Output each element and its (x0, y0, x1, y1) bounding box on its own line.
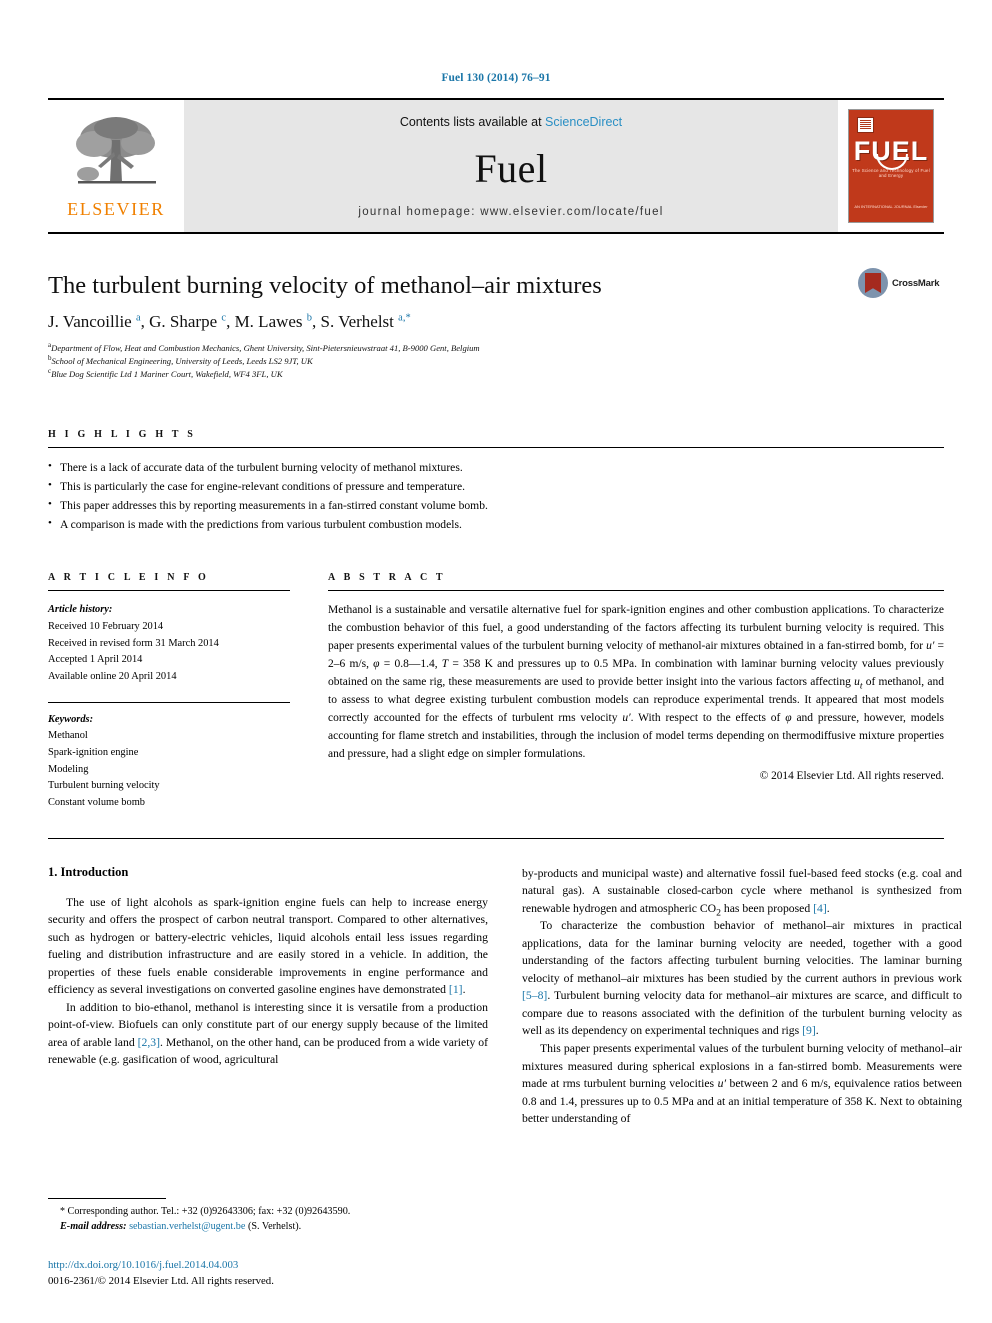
email-link[interactable]: sebastian.verhelst@ugent.be (129, 1221, 245, 1232)
cover-publisher-badge-icon (857, 117, 874, 133)
elsevier-logo: ELSEVIER (48, 100, 184, 232)
paragraph: The use of light alcohols as spark-ignit… (48, 895, 488, 997)
abstract-copyright: © 2014 Elsevier Ltd. All rights reserved… (759, 769, 944, 782)
affiliation-text-b: School of Mechanical Engineering, Univer… (51, 356, 313, 367)
abstract-bottom-rule (48, 837, 944, 839)
info-abstract-row: A R T I C L E I N F O Article history: R… (48, 572, 944, 811)
keyword-item: Methanol (48, 730, 88, 742)
email-note: E-mail address: sebastian.verhelst@ugent… (48, 1219, 488, 1234)
list-item: This is particularly the case for engine… (48, 477, 944, 497)
keyword-item: Modeling (48, 763, 89, 775)
title-block: CrossMark The turbulent burning velocity… (48, 268, 944, 381)
article-history-block: Article history: Received 10 February 20… (48, 602, 290, 685)
journal-masthead: ELSEVIER Contents lists available at Sci… (48, 98, 944, 234)
keywords-divider (48, 701, 290, 703)
fuel-cover-image: FUEL The Science and Technology of Fuel … (848, 109, 934, 223)
issn-copyright-line: 0016-2361/© 2014 Elsevier Ltd. All right… (48, 1274, 274, 1287)
masthead-center: Contents lists available at ScienceDirec… (184, 100, 838, 232)
body-columns: 1. Introduction The use of light alcohol… (48, 865, 962, 1128)
highlights-divider (48, 447, 944, 449)
contents-available-line: Contents lists available at ScienceDirec… (400, 115, 622, 129)
corresponding-author-note: * Corresponding author. Tel.: +32 (0)926… (60, 1206, 351, 1218)
list-item: A comparison is made with the prediction… (48, 515, 944, 535)
keywords-block: Keywords: Methanol Spark-ignition engine… (48, 712, 290, 812)
affiliation-a: aDepartment of Flow, Heat and Combustion… (48, 342, 944, 355)
keyword-item: Spark-ignition engine (48, 746, 139, 758)
affiliation-list: aDepartment of Flow, Heat and Combustion… (48, 342, 944, 381)
email-label: E-mail address: (60, 1221, 127, 1233)
page-title: The turbulent burning velocity of methan… (48, 272, 602, 299)
footnote-rule (48, 1198, 166, 1200)
affiliation-c: cBlue Dog Scientific Ltd 1 Mariner Court… (48, 368, 944, 381)
doi-block: http://dx.doi.org/10.1016/j.fuel.2014.04… (48, 1257, 488, 1289)
journal-homepage-link[interactable]: journal homepage: www.elsevier.com/locat… (358, 206, 663, 218)
crossmark-label: CrossMark (892, 277, 940, 289)
affiliation-text-a: Department of Flow, Heat and Combustion … (51, 343, 480, 354)
section-heading-introduction: 1. Introduction (48, 864, 129, 879)
doi-link[interactable]: http://dx.doi.org/10.1016/j.fuel.2014.04… (48, 1257, 488, 1273)
paragraph: To characterize the combustion behavior … (522, 919, 962, 1038)
author-list: J. Vancoillie a, G. Sharpe c, M. Lawes b… (48, 312, 411, 332)
keyword-item: Turbulent burning velocity (48, 780, 160, 792)
article-info-column: A R T I C L E I N F O Article history: R… (48, 572, 290, 811)
article-info-divider (48, 590, 290, 592)
highlights-section: H I G H L I G H T S There is a lack of a… (48, 429, 944, 534)
affiliation-text-c: Blue Dog Scientific Ltd 1 Mariner Court,… (51, 369, 283, 380)
affiliation-b: bSchool of Mechanical Engineering, Unive… (48, 355, 944, 368)
elsevier-tree-icon (76, 117, 156, 184)
abstract-text: Methanol is a sustainable and versatile … (328, 604, 944, 760)
history-item: Received in revised form 31 March 2014 (48, 637, 219, 649)
sciencedirect-link[interactable]: ScienceDirect (545, 115, 622, 129)
cover-subtitle: The Science and Technology of Fuel and E… (852, 168, 930, 178)
paragraph: by-products and municipal waste) and alt… (522, 866, 962, 918)
highlights-heading: H I G H L I G H T S (48, 429, 196, 441)
abstract-heading: A B S T R A C T (328, 572, 446, 584)
list-item: This paper addresses this by reporting m… (48, 496, 944, 516)
body-column-left: 1. Introduction The use of light alcohol… (48, 865, 488, 1128)
history-item: Accepted 1 April 2014 (48, 654, 143, 666)
list-item: There is a lack of accurate data of the … (48, 458, 944, 478)
elsevier-wordmark: ELSEVIER (67, 199, 165, 219)
cover-footer-text: AN INTERNATIONAL JOURNAL Elsevier (854, 204, 928, 209)
crossmark-icon (858, 268, 888, 298)
article-history-label: Article history: (48, 604, 113, 616)
article-info-heading: A R T I C L E I N F O (48, 572, 209, 584)
journal-reference: Fuel 130 (2014) 76–91 (441, 72, 551, 84)
footnote-block: * Corresponding author. Tel.: +32 (0)926… (48, 1198, 488, 1289)
paragraph: In addition to bio-ethanol, methanol is … (48, 1000, 488, 1067)
abstract-divider (328, 590, 944, 592)
paragraph: This paper presents experimental values … (522, 1042, 962, 1126)
journal-title: Fuel (474, 145, 548, 191)
journal-cover-thumbnail: FUEL The Science and Technology of Fuel … (838, 100, 944, 232)
keywords-label: Keywords: (48, 713, 94, 725)
crossmark-badge[interactable]: CrossMark (858, 268, 944, 298)
body-column-right: by-products and municipal waste) and alt… (522, 865, 962, 1128)
email-owner: (S. Verhelst). (247, 1221, 302, 1233)
highlights-list: There is a lack of accurate data of the … (48, 458, 944, 535)
history-item: Available online 20 April 2014 (48, 671, 177, 683)
keyword-item: Constant volume bomb (48, 796, 145, 808)
contents-prefix: Contents lists available at (399, 114, 546, 129)
history-item: Received 10 February 2014 (48, 621, 164, 633)
article-first-page: Fuel 130 (2014) 76–91 ELSEVIER Contents … (0, 0, 992, 1323)
abstract-column: A B S T R A C T Methanol is a sustainabl… (328, 572, 944, 811)
